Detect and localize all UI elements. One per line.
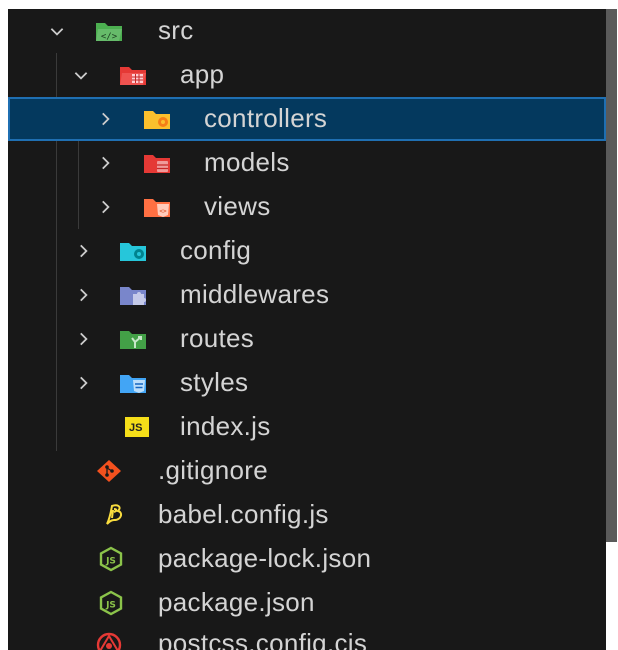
git-icon [94,458,124,484]
tree-item-gitignore[interactable]: .gitignore [8,449,606,493]
tree-item-app[interactable]: app [8,53,606,97]
tree-item-label: src [158,14,194,45]
tree-item-label: index.js [180,410,271,441]
chevron-right-icon [74,242,92,260]
tree-item-label: views [204,190,271,221]
chevron-right-icon [96,198,114,216]
tree-item-label: babel.config.js [158,498,329,529]
folder-routes-icon [118,326,148,352]
tree-item-styles[interactable]: styles [8,361,606,405]
vertical-scrollbar[interactable] [606,9,617,542]
chevron-right-icon [74,286,92,304]
tree-item-config[interactable]: config [8,229,606,273]
tree-item-postcss-config[interactable]: postcss.config.cjs [8,622,606,650]
chevron-down-icon [72,66,90,84]
tree-item-label: styles [180,366,249,397]
tree-item-label: middlewares [180,278,330,309]
tree-item-label: package.json [158,586,315,617]
tree-item-babel-config[interactable]: babel.config.js [8,493,606,537]
tree-item-label: config [180,234,252,265]
tree-item-models[interactable]: models [8,141,606,185]
tree-item-views[interactable]: <> views [8,185,606,229]
javascript-file-icon-text: JS [129,422,143,434]
svg-text:JS: JS [105,557,116,567]
javascript-file-icon: JS [122,414,149,440]
folder-styles-icon [118,370,148,396]
svg-text:</>: </> [101,32,118,42]
folder-middlewares-icon [118,282,148,308]
tree-item-label: routes [180,322,255,353]
chevron-right-icon [96,110,114,128]
tree-item-label: controllers [204,102,328,133]
nodejs-icon: JS [96,546,126,572]
folder-models-icon [142,150,172,176]
folder-config-icon [118,238,148,264]
chevron-right-icon [74,374,92,392]
tree-item-label: postcss.config.cjs [158,627,368,650]
chevron-down-icon [48,22,66,40]
tree-item-label: models [204,146,290,177]
postcss-icon [94,631,124,650]
chevron-right-icon [74,330,92,348]
chevron-right-icon [96,154,114,172]
folder-app-open-icon [118,62,148,88]
tree-item-label: app [180,58,225,89]
tree-item-index-js[interactable]: JS index.js [8,405,606,449]
tree-item-package-lock-json[interactable]: JS package-lock.json [8,537,606,581]
tree-item-src[interactable]: </> src [8,9,606,53]
tree-item-label: package-lock.json [158,542,372,573]
tree-item-routes[interactable]: routes [8,317,606,361]
folder-views-icon: <> [142,194,172,220]
file-explorer-panel: </> src app controllers models <> views … [8,9,606,650]
svg-text:JS: JS [105,601,116,611]
folder-controllers-icon [142,106,172,132]
tree-item-package-json[interactable]: JS package.json [8,581,606,625]
tree-item-controllers[interactable]: controllers [8,97,606,141]
babel-icon [98,502,128,528]
tree-item-middlewares[interactable]: middlewares [8,273,606,317]
svg-text:<>: <> [159,208,167,215]
tree-item-label: .gitignore [158,454,268,485]
folder-src-open-icon: </> [94,18,124,44]
nodejs-icon: JS [96,590,126,616]
